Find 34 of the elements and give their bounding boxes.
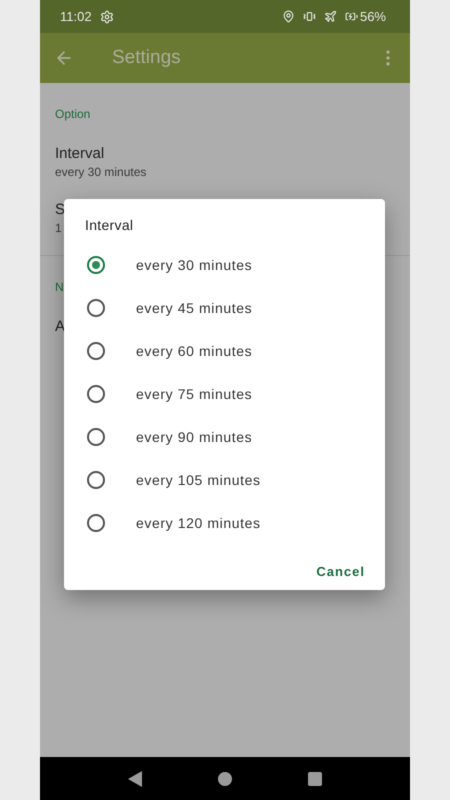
dialog-title: Interval <box>84 217 134 235</box>
setting-title[interactable]: A <box>55 318 66 335</box>
radio-button[interactable] <box>87 428 105 446</box>
option-label[interactable]: every 105 minutes <box>136 472 261 488</box>
setting-title[interactable]: Interval <box>55 145 104 162</box>
option-label[interactable]: every 30 minutes <box>136 256 252 272</box>
location-icon <box>282 10 295 23</box>
setting-title[interactable]: S <box>55 201 66 218</box>
status-time: 11:02 <box>60 9 92 24</box>
option-label[interactable]: every 60 minutes <box>136 342 252 358</box>
settings-icon <box>100 10 114 24</box>
battery-percentage: 56% <box>360 9 386 24</box>
section-header: N <box>55 280 64 294</box>
back-nav-icon[interactable] <box>128 770 142 786</box>
option-label[interactable]: every 75 minutes <box>136 386 252 402</box>
setting-summary: every 30 minutes <box>55 165 146 179</box>
vibrate-icon <box>302 10 316 23</box>
screen-title: Settings <box>112 47 182 69</box>
radio-button[interactable] <box>87 470 105 488</box>
cancel-button[interactable]: Cancel <box>310 558 371 585</box>
radio-button[interactable] <box>87 256 105 274</box>
radio-button[interactable] <box>87 514 105 532</box>
option-label[interactable]: every 45 minutes <box>136 300 252 316</box>
option-label[interactable]: every 120 minutes <box>136 514 261 530</box>
recents-nav-icon[interactable] <box>308 772 322 786</box>
setting-summary: 1 <box>55 221 62 235</box>
section-header: Option <box>55 107 90 121</box>
option-label[interactable]: every 90 minutes <box>136 428 252 444</box>
radio-button[interactable] <box>87 384 105 402</box>
home-nav-icon[interactable] <box>218 772 232 786</box>
radio-button[interactable] <box>87 298 105 316</box>
radio-button[interactable] <box>87 342 105 360</box>
airplane-icon <box>324 10 337 23</box>
battery-icon <box>344 10 358 23</box>
